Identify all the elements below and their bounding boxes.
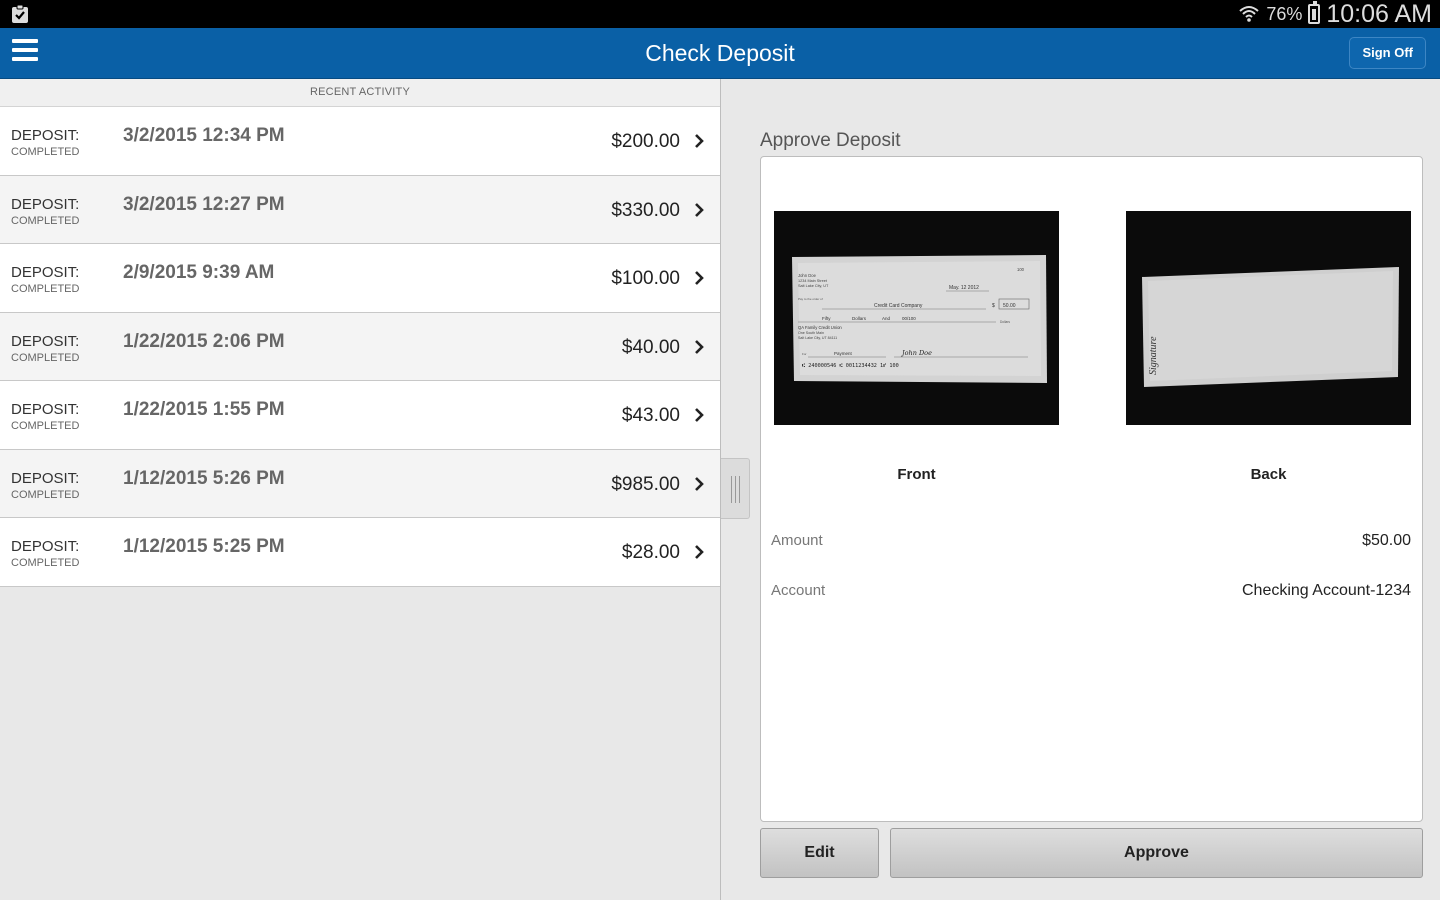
check-pay-to-prefix: Pay to the order of [798,297,823,301]
check-address-1: 1234 Main Street [798,279,828,283]
chevron-right-icon [695,134,704,148]
activity-status: COMPLETED [11,146,80,158]
amount-value: $50.00 [1362,532,1411,549]
activity-row[interactable]: DEPOSIT: COMPLETED 3/2/2015 12:34 PM $20… [0,107,720,176]
battery-icon [1308,1,1321,24]
activity-status: COMPLETED [11,283,80,295]
chevron-right-icon [695,202,704,217]
account-value: Checking Account-1234 [1242,582,1411,599]
activity-type: DEPOSIT: [11,264,80,281]
activity-status: COMPLETED [11,557,80,569]
activity-date: 1/22/2015 1:55 PM [123,399,285,420]
activity-type: DEPOSIT: [11,127,80,144]
check-currency-symbol: $ [992,303,995,309]
check-dollars-label: Dollars [1000,320,1010,324]
check-amount-words-1: Fifty [822,316,831,321]
activity-amount: $43.00 [621,405,680,426]
activity-amount: $330.00 [611,199,680,221]
check-amount-words-3: And [882,316,891,321]
app-bar: Check Deposit Sign Off [0,28,1440,79]
check-memo-prefix: For [802,352,807,356]
sign-off-button[interactable]: Sign Off [1349,37,1426,69]
activity-amount: $40.00 [621,336,680,358]
check-signature: John Doe [900,349,932,357]
activity-status: COMPLETED [11,488,80,501]
front-label: Front [897,466,936,483]
activity-type: DEPOSIT: [11,195,80,213]
check-amount-words-4: 00/100 [902,316,916,321]
check-amount-box: 50.00 [1003,303,1016,309]
back-label: Back [1250,466,1287,483]
recent-activity-panel: RECENT ACTIVITY DEPOSIT: COMPLETED 3/2/2… [0,79,720,900]
activity-amount: $985.00 [611,473,680,495]
edit-button[interactable]: Edit [760,828,879,878]
wifi-icon [1239,6,1259,22]
split-drag-handle[interactable] [721,458,750,519]
activity-type: DEPOSIT: [11,538,80,555]
activity-type: DEPOSIT: [11,332,80,350]
activity-date: 1/12/2015 5:25 PM [123,536,285,557]
clipboard-check-icon [12,4,28,23]
chevron-right-icon [695,476,704,491]
activity-row[interactable]: DEPOSIT: COMPLETED 1/12/2015 5:25 PM $28… [0,518,720,587]
approve-button[interactable]: Approve [890,828,1423,878]
activity-date: 2/9/2015 9:39 AM [123,262,275,283]
activity-row[interactable]: DEPOSIT: COMPLETED 1/22/2015 2:06 PM $40… [0,312,720,381]
check-amount-words-2: Dollars [852,316,867,321]
activity-date: 3/2/2015 12:34 PM [123,125,285,146]
check-payee: Credit Card Company [874,303,923,309]
chevron-right-icon [695,545,704,559]
check-name: John Doe [798,273,817,278]
check-endorsement: Signature [1148,336,1159,375]
activity-date: 1/12/2015 5:26 PM [123,467,285,489]
activity-date: 1/22/2015 2:06 PM [123,330,285,352]
battery-percent: 76% [1266,3,1303,24]
approve-deposit-card: John Doe 1234 Main Street Salt Lake City… [760,156,1423,822]
check-micr-line: ⑆ 240000546 ⑆ 0011234432 1⑈ 100 [802,363,899,369]
chevron-right-icon [695,271,704,285]
check-memo: Payment [834,351,853,356]
activity-type: DEPOSIT: [11,401,80,418]
approve-deposit-title: Approve Deposit [760,130,901,151]
check-bank-address-1: One South Main [798,331,824,335]
check-front-image[interactable]: John Doe 1234 Main Street Salt Lake City… [774,211,1059,425]
chevron-right-icon [695,408,704,422]
activity-row[interactable]: DEPOSIT: COMPLETED 1/22/2015 1:55 PM $43… [0,381,720,450]
page-title: Check Deposit [645,40,795,66]
activity-type: DEPOSIT: [11,469,80,487]
activity-status: COMPLETED [11,420,80,432]
activity-amount: $100.00 [611,268,680,289]
activity-amount: $28.00 [621,542,680,563]
activity-status: COMPLETED [11,351,80,364]
clock: 10:06 AM [1326,0,1432,28]
account-label: Account [771,582,826,599]
activity-row[interactable]: DEPOSIT: COMPLETED 3/2/2015 12:27 PM $33… [0,175,720,244]
check-bank-name: QA Family Credit Union [798,325,842,330]
check-number: 100 [1017,267,1025,272]
activity-amount: $200.00 [611,131,680,152]
amount-label: Amount [771,532,823,549]
chevron-right-icon [695,339,704,354]
recent-activity-header: RECENT ACTIVITY [0,79,720,107]
activity-row[interactable]: DEPOSIT: COMPLETED 2/9/2015 9:39 AM $100… [0,244,720,313]
activity-row[interactable]: DEPOSIT: COMPLETED 1/12/2015 5:26 PM $98… [0,449,720,518]
check-bank-address-2: Salt Lake City, UT 84111 [798,336,837,340]
check-address-2: Salt Lake City, UT [798,284,829,288]
check-date: May. 12 2012 [949,285,979,291]
activity-status: COMPLETED [11,214,80,227]
activity-date: 3/2/2015 12:27 PM [123,193,285,215]
check-back-image[interactable]: Signature [1126,211,1411,425]
status-bar: 76% 10:06 AM [0,0,1440,28]
